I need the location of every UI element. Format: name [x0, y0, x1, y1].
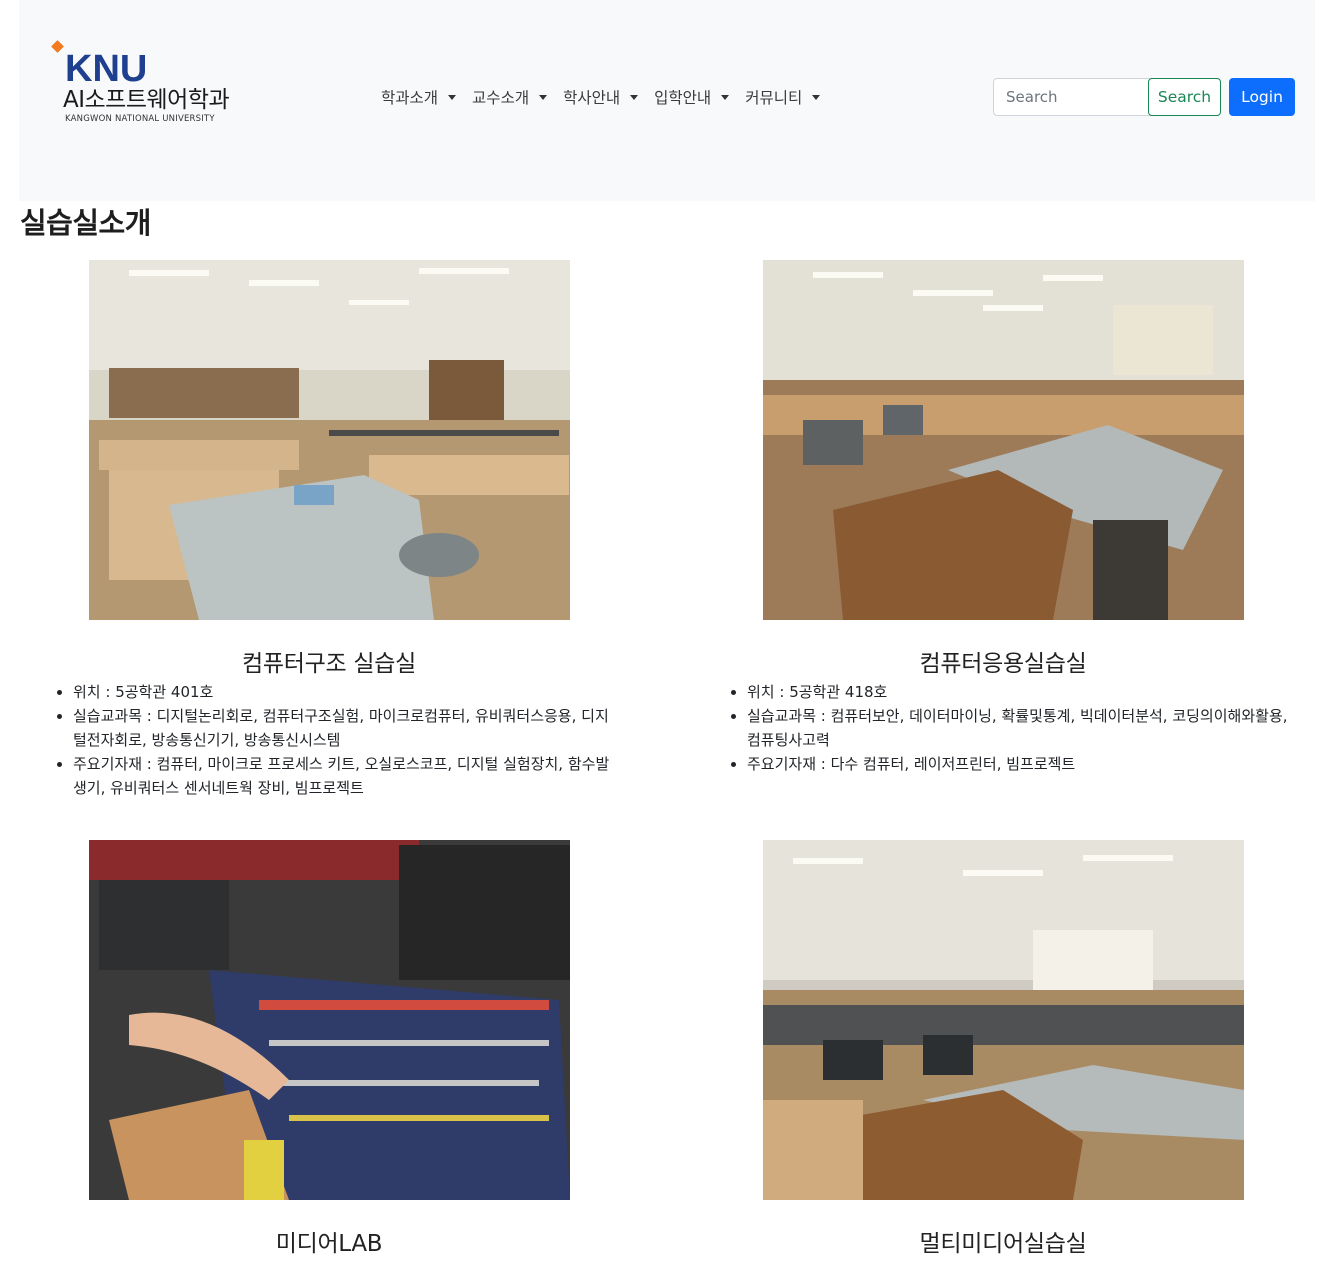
- university-name: KANGWON NATIONAL UNIVERSITY: [65, 114, 215, 124]
- lab-courses: 실습교과목 : 컴퓨터보안, 데이터마이닝, 확률및통계, 빅데이터분석, 코딩…: [729, 704, 1289, 752]
- lab-equipment: 주요기자재 : 다수 컴퓨터, 레이저프린터, 빔프로젝트: [729, 752, 1289, 776]
- search-button[interactable]: Search: [1148, 78, 1221, 116]
- nav-label: 교수소개: [472, 89, 530, 107]
- caret-down-icon: [630, 94, 639, 100]
- caret-down-icon: [539, 94, 548, 100]
- lab-equipment: 주요기자재 : 컴퓨터, 마이크로 프로세스 키트, 오실로스코프, 디지털 실…: [55, 752, 615, 800]
- svg-text:KNU: KNU: [65, 48, 147, 84]
- lab-name: 미디어LAB: [275, 1231, 383, 1257]
- lab-photo-multimedia: [763, 840, 1244, 1200]
- lab-location: 위치 : 5공학관 418호: [729, 680, 1289, 704]
- lab-details: 위치 : 5공학관 418호 실습교과목 : 컴퓨터보안, 데이터마이닝, 확률…: [729, 680, 1289, 776]
- lab-photo-computer-architecture: [89, 260, 570, 620]
- nav-label: 학사안내: [563, 89, 621, 107]
- lab-photo-media-lab: [89, 840, 570, 1200]
- lab-name: 컴퓨터응용실습실: [919, 651, 1087, 677]
- page-title: 실습실소개: [20, 206, 151, 240]
- nav-label: 학과소개: [381, 89, 439, 107]
- caret-down-icon: [812, 94, 821, 100]
- nav-dropdown-dept-intro[interactable]: 학과소개: [381, 86, 464, 108]
- nav-label: 입학안내: [654, 89, 712, 107]
- caret-down-icon: [721, 94, 730, 100]
- nav-label: 커뮤니티: [745, 89, 803, 107]
- lab-courses: 실습교과목 : 디지털논리회로, 컴퓨터구조실험, 마이크로컴퓨터, 유비쿼터스…: [55, 704, 615, 752]
- lab-photo-computer-application: [763, 260, 1244, 620]
- lab-name: 멀티미디어실습실: [919, 1231, 1087, 1257]
- navbar: KNU AI소프트웨어학과 KANGWON NATIONAL UNIVERSIT…: [19, 0, 1315, 201]
- search-input[interactable]: [993, 78, 1159, 116]
- login-button[interactable]: Login: [1229, 78, 1295, 116]
- department-name: AI소프트웨어학과: [63, 87, 230, 113]
- caret-down-icon: [448, 94, 457, 100]
- nav-dropdown-community[interactable]: 커뮤니티: [745, 86, 828, 108]
- nav-dropdown-academics[interactable]: 학사안내: [563, 86, 646, 108]
- nav-dropdown-professors[interactable]: 교수소개: [472, 86, 555, 108]
- lab-details: 위치 : 5공학관 401호 실습교과목 : 디지털논리회로, 컴퓨터구조실험,…: [55, 680, 615, 800]
- department-logo[interactable]: KNU AI소프트웨어학과 KANGWON NATIONAL UNIVERSIT…: [51, 40, 271, 130]
- knu-logo-mark: KNU: [51, 40, 147, 84]
- main-menu: 학과소개 교수소개 학사안내 입학안내 커뮤니티: [381, 86, 836, 108]
- nav-dropdown-admissions[interactable]: 입학안내: [654, 86, 737, 108]
- lab-location: 위치 : 5공학관 401호: [55, 680, 615, 704]
- lab-name: 컴퓨터구조 실습실: [242, 651, 416, 677]
